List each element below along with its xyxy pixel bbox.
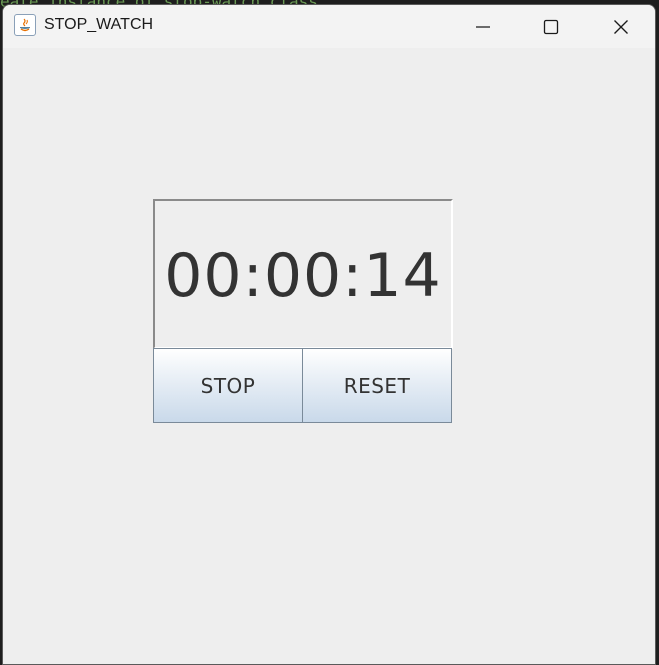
- reset-button[interactable]: RESET: [302, 348, 452, 423]
- time-display: 00:00:14: [153, 199, 453, 349]
- elapsed-time-label: 00:00:14: [164, 241, 442, 311]
- close-icon: [613, 19, 629, 35]
- maximize-icon: [543, 19, 559, 35]
- title-bar[interactable]: STOP_WATCH: [3, 5, 655, 48]
- maximize-button[interactable]: [516, 5, 586, 48]
- stop-button[interactable]: STOP: [153, 348, 303, 423]
- minimize-button[interactable]: [448, 5, 518, 48]
- minimize-icon: [475, 19, 491, 35]
- java-icon: [14, 14, 36, 36]
- window-title: STOP_WATCH: [44, 16, 154, 33]
- close-button[interactable]: [586, 5, 655, 48]
- stopwatch-window: STOP_WATCH 00:00:14 STOP RESET: [2, 4, 656, 665]
